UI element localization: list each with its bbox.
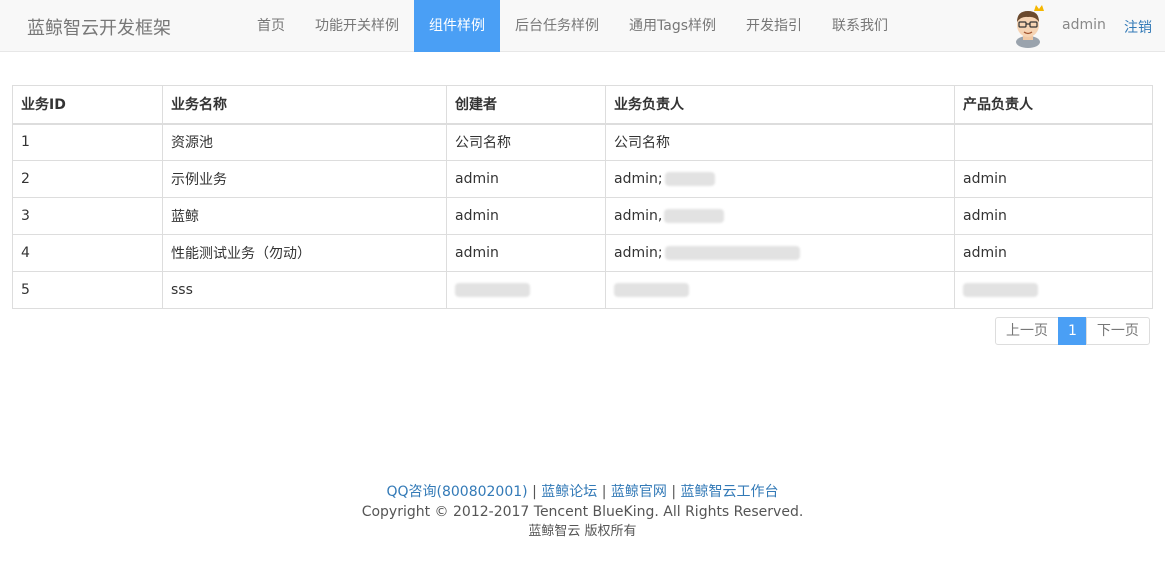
- cell-product-owner: [954, 123, 1153, 161]
- cell-maintainers: 公司名称: [605, 123, 955, 161]
- prev-page-button[interactable]: 上一页: [995, 317, 1059, 345]
- pagination: 上一页 1 下一页: [995, 317, 1150, 345]
- footer-link-workbench[interactable]: 蓝鲸智云工作台: [681, 484, 779, 500]
- column-header-creator: 创建者: [446, 85, 606, 125]
- cell-creator: admin: [446, 160, 606, 198]
- redacted-text: [455, 283, 530, 297]
- main-nav: 首页 功能开关样例 组件样例 后台任务样例 通用Tags样例 开发指引 联系我们: [242, 0, 903, 52]
- cell-business-name: 资源池: [162, 123, 447, 161]
- redacted-text: [664, 246, 800, 260]
- table-row: 1 资源池 公司名称 公司名称: [12, 123, 1153, 161]
- cell-product-owner: admin: [954, 197, 1153, 235]
- business-table: 业务ID 业务名称 创建者 业务负责人 产品负责人 1 资源池 公司名称 公司名…: [12, 85, 1153, 309]
- cell-maintainers: admin;: [605, 234, 955, 272]
- footer-links: QQ咨询(800802001) | 蓝鲸论坛 | 蓝鲸官网 | 蓝鲸智云工作台: [0, 482, 1165, 502]
- cell-maintainers: admin;: [605, 160, 955, 198]
- maintainers-text: admin;: [614, 245, 663, 261]
- redacted-text: [664, 172, 715, 186]
- cell-business-name: 性能测试业务（勿动）: [162, 234, 447, 272]
- column-header-maintainers: 业务负责人: [605, 85, 955, 125]
- cell-product-owner: admin: [954, 160, 1153, 198]
- top-navbar: 蓝鲸智云开发框架 首页 功能开关样例 组件样例 后台任务样例 通用Tags样例 …: [0, 0, 1165, 52]
- redacted-text: [614, 283, 689, 297]
- footer-link-qq[interactable]: QQ咨询(800802001): [386, 484, 527, 500]
- table-header-row: 业务ID 业务名称 创建者 业务负责人 产品负责人: [12, 85, 1153, 125]
- nav-item-feature-switch[interactable]: 功能开关样例: [300, 0, 414, 52]
- cell-maintainers: [605, 271, 955, 309]
- cell-business-id: 3: [12, 197, 163, 235]
- cell-business-id: 1: [12, 123, 163, 161]
- cell-maintainers: admin,: [605, 197, 955, 235]
- nav-item-tags[interactable]: 通用Tags样例: [614, 0, 731, 52]
- redacted-text: [664, 209, 725, 223]
- logout-link[interactable]: 注销: [1124, 17, 1152, 37]
- cell-product-owner: admin: [954, 234, 1153, 272]
- cell-business-name: 示例业务: [162, 160, 447, 198]
- footer-separator: |: [671, 484, 677, 500]
- maintainers-text: admin,: [614, 208, 663, 224]
- table-row: 2 示例业务 admin admin; admin: [12, 160, 1153, 198]
- footer-rights: 蓝鲸智云 版权所有: [528, 524, 637, 539]
- cell-business-id: 2: [12, 160, 163, 198]
- footer-link-official-site[interactable]: 蓝鲸官网: [611, 484, 667, 500]
- next-page-button[interactable]: 下一页: [1085, 317, 1150, 345]
- nav-item-components[interactable]: 组件样例: [414, 0, 500, 52]
- nav-item-dev-guide[interactable]: 开发指引: [731, 0, 817, 52]
- cell-business-name: sss: [162, 271, 447, 309]
- table-row: 5 sss: [12, 271, 1153, 309]
- cell-creator: [446, 271, 606, 309]
- redacted-text: [963, 283, 1038, 297]
- column-header-product-owner: 产品负责人: [954, 85, 1153, 125]
- table-row: 3 蓝鲸 admin admin, admin: [12, 197, 1153, 235]
- footer-copyright: Copyright © 2012-2017 Tencent BlueKing. …: [361, 504, 804, 520]
- footer: QQ咨询(800802001) | 蓝鲸论坛 | 蓝鲸官网 | 蓝鲸智云工作台 …: [0, 482, 1165, 542]
- cell-creator: admin: [446, 234, 606, 272]
- cell-creator: admin: [446, 197, 606, 235]
- nav-item-home[interactable]: 首页: [242, 0, 300, 52]
- cell-product-owner: [954, 271, 1153, 309]
- footer-separator: |: [532, 484, 537, 500]
- cell-business-id: 5: [12, 271, 163, 309]
- footer-link-forum[interactable]: 蓝鲸论坛: [541, 484, 597, 500]
- brand-title[interactable]: 蓝鲸智云开发框架: [27, 14, 171, 40]
- cell-business-id: 4: [12, 234, 163, 272]
- cell-business-name: 蓝鲸: [162, 197, 447, 235]
- current-user[interactable]: admin: [1062, 17, 1106, 33]
- table-row: 4 性能测试业务（勿动） admin admin; admin: [12, 234, 1153, 272]
- column-header-business-name: 业务名称: [162, 85, 447, 125]
- column-header-business-id: 业务ID: [12, 85, 163, 125]
- nav-item-contact[interactable]: 联系我们: [817, 0, 903, 52]
- maintainers-text: admin;: [614, 171, 663, 187]
- cell-creator: 公司名称: [446, 123, 606, 161]
- nav-item-background-tasks[interactable]: 后台任务样例: [500, 0, 614, 52]
- page-number-button[interactable]: 1: [1058, 317, 1087, 345]
- avatar-icon[interactable]: [1011, 4, 1047, 48]
- footer-separator: |: [601, 484, 607, 500]
